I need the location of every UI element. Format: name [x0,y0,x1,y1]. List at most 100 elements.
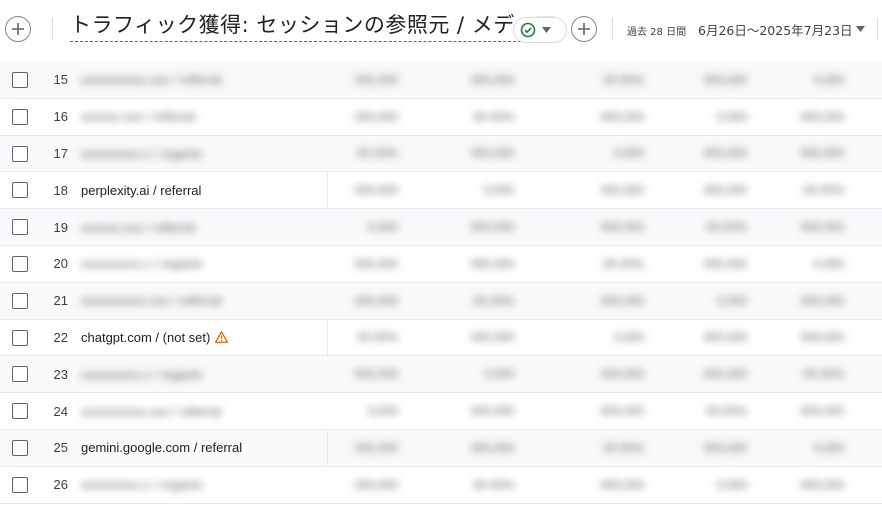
table-row: 18 perplexity.ai / referral 000,000 0,000 00… [0,172,882,210]
row-checkbox[interactable] [12,366,28,383]
redacted-metric-cell: 000,000 [354,72,398,87]
row-checkbox[interactable] [12,72,28,88]
redacted-metric-cell: 000,000 [800,293,844,308]
row-source-medium: xxxxxxxxx.x / organic [81,367,203,382]
redacted-metric-cell: 00.00% [473,293,514,308]
redacted-metric-cell: 00.00% [357,146,398,161]
row-source-medium[interactable]: chatgpt.com / (not set) [81,329,229,345]
date-range-picker[interactable]: 6月26日〜2025年7月23日 [698,20,853,39]
table-row: 23 xxxxxxxxx.x / organic 000,000 0,000 000,0… [0,356,882,394]
report-header: トラフィック獲得: セッションの参照元 / メディア 過去 28 日間 6月26… [0,0,882,60]
warning-triangle-icon[interactable] [215,331,229,344]
table-row: 26 xxxxxxxxx.x / organic 000,000 00.00% 000,… [0,466,882,504]
report-title[interactable]: トラフィック獲得: セッションの参照元 / メディア [70,13,557,42]
redacted-metric-cell: 0,000 [813,72,844,87]
row-checkbox[interactable] [12,439,28,456]
redacted-metric-cell: 000,000 [470,256,514,271]
redacted-metric-cell: 000,000 [600,109,644,124]
redacted-metric-cell: 000,000 [600,477,644,492]
redacted-metric-cell: 000,000 [470,330,514,345]
redacted-metric-cell: 000,000 [354,256,398,271]
row-source-medium: xxxxxx.xxx / referral [81,220,195,235]
row-source-medium[interactable]: perplexity.ai / referral [81,183,201,198]
redacted-metric-cell: 000,000 [470,220,514,235]
row-checkbox[interactable] [12,476,28,493]
redacted-metric-cell: 000,000 [354,367,398,382]
row-number: 19 [53,219,68,235]
source-medium-label: chatgpt.com / (not set) [81,329,211,345]
row-source-medium: xxxxxxxxx.x / organic [81,256,203,271]
redacted-metric-cell: 0,000 [483,183,514,198]
redacted-metric-cell: 0,000 [813,256,844,271]
redacted-metric-cell: 0,000 [813,440,844,455]
divider [612,18,613,40]
row-checkbox[interactable] [12,145,28,162]
redacted-metric-cell: 00.00% [357,330,398,345]
row-number: 15 [53,72,68,88]
add-button[interactable] [571,16,597,42]
table-row: 15 xxxxxxxxxx.xxx / referral 000,000 000,00… [0,62,882,99]
table-row: 24 xxxxxxxxxx.xxx / referral 0,000 000,000 0… [0,393,882,430]
redacted-metric-cell: 00.00% [803,367,844,382]
row-source-medium[interactable]: gemini.google.com / referral [81,440,242,455]
redacted-metric-cell: 00.00% [603,256,644,271]
row-checkbox[interactable] [12,292,28,309]
row-checkbox[interactable] [12,108,28,125]
redacted-metric-cell: 0,000 [367,404,398,419]
redacted-metric-cell: 000,000 [600,293,644,308]
table-row: 20 xxxxxxxxx.x / organic 000,000 000,000 00.… [0,245,882,283]
redacted-text: xxxxxxxxx.x / organic [81,366,204,382]
redacted-metric-cell: 000,000 [600,183,644,198]
column-divider [327,319,328,356]
redacted-metric-cell: 000,000 [354,477,398,492]
redacted-metric-cell: 000,000 [600,404,644,419]
redacted-metric-cell: 000,000 [703,440,747,455]
redacted-metric-cell: 000,000 [800,220,844,235]
redacted-metric-cell: 00.00% [603,440,644,455]
data-table: 15 xxxxxxxxxx.xxx / referral 000,000 000,00… [0,62,882,504]
redacted-text: xxxxxxxxxx.xxx / referral [81,293,222,309]
row-source-medium: xxxxxxxxxx.xxx / referral [81,293,221,308]
check-circle-icon [520,22,536,38]
redacted-metric-cell: 000,000 [354,183,398,198]
row-checkbox[interactable] [12,403,28,420]
redacted-metric-cell: 000,000 [470,146,514,161]
row-checkbox[interactable] [12,329,28,346]
redacted-metric-cell: 0,000 [483,367,514,382]
redacted-metric-cell: 000,000 [800,477,844,492]
row-checkbox[interactable] [12,219,28,236]
redacted-text: xxxxxxxxx.x / organic [81,256,204,272]
table-row: 21 xxxxxxxxxx.xxx / referral 000,000 00.00%… [0,282,882,320]
redacted-metric-cell: 000,000 [703,330,747,345]
add-comparison-button[interactable] [5,16,31,42]
table-row: 22 chatgpt.com / (not set) 00.00% 000,000 0,… [0,319,882,357]
row-checkbox[interactable] [12,255,28,272]
redacted-text: xxxxxxxxxx.xxx / referral [81,72,222,88]
column-divider [327,429,328,466]
row-number: 24 [53,403,68,419]
table-row: 16 xxxxxx.xxx / referral 000,000 00.00% 000,… [0,98,882,136]
date-range-dropdown-icon[interactable] [856,26,865,32]
redacted-metric-cell: 000,000 [703,256,747,271]
redacted-metric-cell: 000,000 [354,293,398,308]
redacted-text: xxxxxx.xxx / referral [81,219,196,235]
row-checkbox[interactable] [12,182,28,199]
table-row: 19 xxxxxx.xxx / referral 0,000 000,000 000,0… [0,209,882,246]
row-source-medium: xxxxxx.xxx / referral [81,109,195,124]
redacted-metric-cell: 00.00% [473,477,514,492]
redacted-metric-cell: 000,000 [354,109,398,124]
divider [52,18,53,40]
row-number: 16 [53,109,68,125]
row-source-medium: xxxxxxxxx.x / organic [81,477,203,492]
table-row: 17 xxxxxxxxx.x / organic 00.00% 000,000 0,00… [0,135,882,173]
source-medium-label: gemini.google.com / referral [81,440,243,456]
source-medium-label: perplexity.ai / referral [81,182,202,198]
redacted-metric-cell: 0,000 [716,109,747,124]
row-number: 26 [53,477,68,493]
redacted-metric-cell: 0,000 [367,220,398,235]
redacted-metric-cell: 000,000 [600,367,644,382]
report-status-dropdown[interactable] [513,17,567,43]
redacted-metric-cell: 0,000 [613,330,644,345]
redacted-metric-cell: 000,000 [800,330,844,345]
redacted-metric-cell: 000,000 [703,183,747,198]
